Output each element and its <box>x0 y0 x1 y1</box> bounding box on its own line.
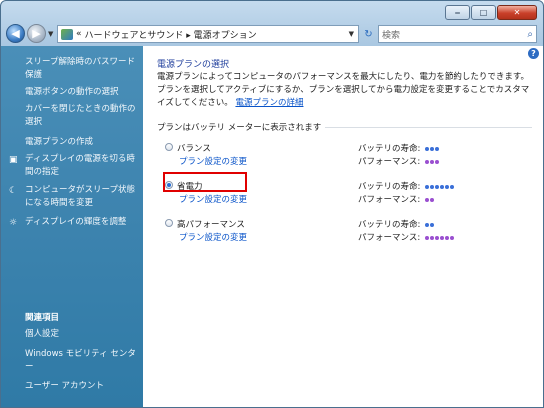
battery-rating-dot <box>425 146 430 151</box>
navigation-bar: ◀ ▶ ▼ « ハードウェアとサウンド ▸ 電源オプション ▼ ↻ 検索 ⌕ <box>1 24 543 46</box>
battery-life-label: バッテリの寿命: <box>358 220 421 230</box>
battery-life-label: バッテリの寿命: <box>358 144 421 154</box>
battery-rating-dot <box>450 184 455 189</box>
sidebar-item-lid-close[interactable]: カバーを閉じたときの動作の選択 <box>25 103 139 129</box>
plan-settings-link[interactable]: プラン設定の変更 <box>179 193 247 205</box>
control-panel-icon <box>61 28 73 40</box>
battery-rating-dot <box>435 146 440 151</box>
performance-rating-dot <box>429 197 434 202</box>
sleep-moon-icon: ☾ <box>9 186 18 196</box>
performance-rating-dot <box>439 235 444 240</box>
selection-highlight-box <box>163 172 247 192</box>
search-placeholder: 検索 <box>382 30 401 41</box>
battery-rating-dot <box>430 222 435 227</box>
sidebar-item-display-off[interactable]: ディスプレイの電源を切る時間の指定 <box>25 153 139 179</box>
sidebar-item-mobility-center[interactable]: Windows モビリティ センター <box>25 348 139 374</box>
battery-life-row: バッテリの寿命: <box>358 218 435 230</box>
sidebar-item-sleep-time[interactable]: コンピュータがスリープ状態になる時間を変更 <box>25 184 139 210</box>
page-description: 電源プランによってコンピュータのパフォーマンスを最大にしたり、電力を節約したりで… <box>157 71 533 110</box>
content-pane: ? 電源プランの選択 電源プランによってコンピュータのパフォーマンスを最大にした… <box>143 46 543 407</box>
battery-life-row: バッテリの寿命: <box>358 180 455 192</box>
brightness-icon: ☼ <box>9 218 18 228</box>
forward-arrow-icon[interactable]: ▶ <box>27 24 46 43</box>
maximize-button[interactable]: □ <box>471 5 496 20</box>
performance-row: パフォーマンス: <box>358 155 440 167</box>
task-pane: スリープ解除時のパスワード保護 電源ボタンの動作の選択 カバーを閉じたときの動作… <box>1 46 143 407</box>
sidebar-item-wake-password[interactable]: スリープ解除時のパスワード保護 <box>25 56 139 82</box>
refresh-icon[interactable]: ↻ <box>361 25 376 43</box>
performance-rating-dot <box>434 159 439 164</box>
address-bar[interactable]: « ハードウェアとサウンド ▸ 電源オプション ▼ <box>57 25 359 43</box>
performance-label: パフォーマンス: <box>358 157 421 167</box>
plan-name[interactable]: バランス <box>177 142 211 154</box>
plan-group-label: プランはバッテリ メーターに表示されます <box>157 123 322 133</box>
performance-rating-dot <box>444 235 449 240</box>
performance-rating <box>424 195 435 205</box>
performance-rating-dot <box>424 235 429 240</box>
battery-life-label: バッテリの寿命: <box>358 182 421 192</box>
performance-row: パフォーマンス: <box>358 193 435 205</box>
explorer-window: ‒ □ ✕ ◀ ▶ ▼ « ハードウェアとサウンド ▸ 電源オプション ▼ ↻ … <box>0 0 544 408</box>
performance-rating-dot <box>434 235 439 240</box>
battery-rating-dot <box>430 184 435 189</box>
battery-rating-dot <box>440 184 445 189</box>
battery-rating <box>425 182 455 192</box>
search-input[interactable]: 検索 ⌕ <box>378 25 537 43</box>
breadcrumb-prefix[interactable]: « <box>76 29 82 39</box>
battery-rating-dot <box>445 184 450 189</box>
page-title: 電源プランの選択 <box>157 60 230 70</box>
performance-rating <box>424 157 440 167</box>
battery-rating <box>425 220 435 230</box>
description-text: 電源プランによってコンピュータのパフォーマンスを最大にしたり、電力を節約したりで… <box>157 72 530 108</box>
performance-rating-dot <box>424 159 429 164</box>
back-arrow-icon[interactable]: ◀ <box>6 24 25 43</box>
performance-rating-dot <box>429 235 434 240</box>
plan-radio-balanced[interactable] <box>165 143 173 151</box>
performance-rating-dot <box>424 197 429 202</box>
display-power-icon: ▣ <box>9 155 18 165</box>
plan-settings-link[interactable]: プラン設定の変更 <box>179 155 247 167</box>
help-icon[interactable]: ? <box>528 48 539 59</box>
window-controls: ‒ □ ✕ <box>445 5 537 20</box>
performance-label: パフォーマンス: <box>358 233 421 243</box>
details-link[interactable]: 電源プランの詳細 <box>235 98 303 108</box>
performance-label: パフォーマンス: <box>358 195 421 205</box>
sidebar-item-personalize[interactable]: 個人設定 <box>25 328 139 341</box>
performance-rating <box>424 233 455 243</box>
performance-row: パフォーマンス: <box>358 231 455 243</box>
group-divider <box>325 127 532 128</box>
battery-life-row: バッテリの寿命: <box>358 142 440 154</box>
sidebar-item-user-accounts[interactable]: ユーザー アカウント <box>25 380 139 393</box>
performance-rating-dot <box>429 159 434 164</box>
plan-settings-link[interactable]: プラン設定の変更 <box>179 231 247 243</box>
performance-rating-dot <box>449 235 454 240</box>
sidebar-item-brightness[interactable]: ディスプレイの輝度を調整 <box>25 216 139 229</box>
breadcrumb[interactable]: ハードウェアとサウンド ▸ 電源オプション <box>85 28 257 41</box>
minimize-button[interactable]: ‒ <box>445 5 470 20</box>
sidebar-item-create-plan[interactable]: 電源プランの作成 <box>25 136 139 149</box>
close-button[interactable]: ✕ <box>497 5 537 20</box>
search-icon[interactable]: ⌕ <box>527 29 533 40</box>
related-heading: 関連項目 <box>25 313 60 323</box>
plan-name[interactable]: 高パフォーマンス <box>177 218 245 230</box>
sidebar-item-power-button[interactable]: 電源ボタンの動作の選択 <box>25 86 139 99</box>
address-dropdown-chevron-icon[interactable]: ▼ <box>349 30 354 38</box>
battery-rating-dot <box>425 222 430 227</box>
battery-rating <box>425 144 440 154</box>
battery-rating-dot <box>435 184 440 189</box>
recent-pages-chevron-icon[interactable]: ▼ <box>48 30 53 38</box>
battery-rating-dot <box>430 146 435 151</box>
plan-radio-high-performance[interactable] <box>165 219 173 227</box>
battery-rating-dot <box>425 184 430 189</box>
